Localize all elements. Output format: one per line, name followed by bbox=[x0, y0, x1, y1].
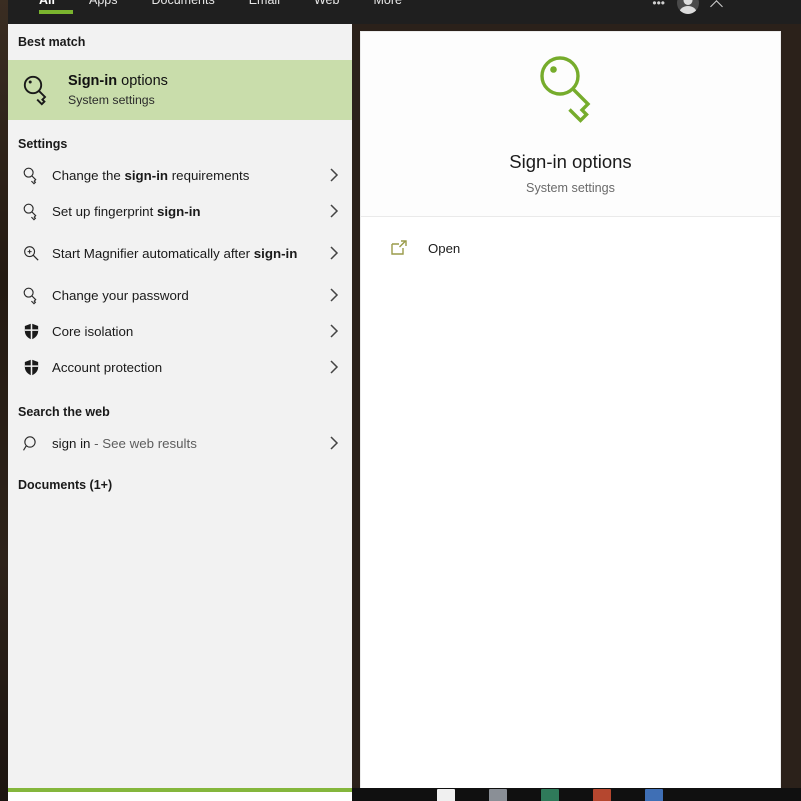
chevron-right-icon[interactable] bbox=[324, 245, 344, 261]
chevron-right-icon[interactable] bbox=[324, 287, 344, 303]
chevron-right-icon[interactable] bbox=[324, 359, 344, 375]
search-icon bbox=[18, 434, 44, 453]
chevron-right-icon[interactable] bbox=[324, 167, 344, 183]
shield-icon bbox=[18, 358, 44, 377]
setting-item-label: Start Magnifier automatically after sign… bbox=[44, 245, 324, 262]
tab-email[interactable]: Email bbox=[232, 0, 297, 8]
setting-item-core-isolation[interactable]: Core isolation bbox=[8, 313, 352, 349]
taskbar-app-icon-5[interactable] bbox=[645, 789, 663, 801]
label-pre: Core isolation bbox=[52, 323, 134, 339]
taskbar-icon-list bbox=[437, 789, 663, 801]
setting-item-label: Account protection bbox=[44, 359, 324, 376]
label-post: requirements bbox=[168, 167, 250, 183]
tab-documents[interactable]: Documents bbox=[134, 0, 231, 8]
key-icon bbox=[18, 166, 44, 185]
tab-more[interactable]: More bbox=[356, 0, 418, 8]
tab-apps-label: Apps bbox=[88, 0, 118, 7]
web-result-query: sign in bbox=[52, 435, 91, 451]
taskbar bbox=[352, 788, 801, 801]
preview-title: Sign-in options bbox=[509, 151, 632, 172]
overflow-dots-label[interactable]: ••• bbox=[652, 0, 665, 10]
setting-item-start-magnifier-after-signin[interactable]: Start Magnifier automatically after sign… bbox=[8, 229, 352, 277]
tab-more-label: More bbox=[373, 0, 402, 7]
chevron-up-icon[interactable] bbox=[711, 0, 723, 9]
open-external-icon bbox=[387, 239, 411, 257]
taskbar-app-icon-2[interactable] bbox=[489, 789, 507, 801]
taskbar-app-icon-4[interactable] bbox=[593, 789, 611, 801]
tab-email-label: Email bbox=[248, 0, 280, 7]
taskbar-app-icon-1[interactable] bbox=[437, 789, 455, 801]
tab-all-label: All bbox=[39, 0, 55, 7]
setting-item-label: Set up fingerprint sign-in bbox=[44, 203, 324, 220]
setting-item-setup-fingerprint-signin[interactable]: Set up fingerprint sign-in bbox=[8, 193, 352, 229]
chevron-right-icon[interactable] bbox=[324, 323, 344, 339]
setting-item-label: Change the sign-in requirements bbox=[44, 167, 324, 184]
label-pre: Set up fingerprint bbox=[52, 203, 157, 219]
preview-header-card: Sign-in options System settings bbox=[361, 32, 780, 217]
best-match-subtitle: System settings bbox=[68, 92, 155, 107]
label-bold: sign-in bbox=[253, 245, 298, 261]
setting-item-change-signin-requirements[interactable]: Change the sign-in requirements bbox=[8, 157, 352, 193]
chevron-right-icon[interactable] bbox=[324, 203, 344, 219]
web-result-label: sign in - See web results bbox=[44, 435, 324, 452]
search-results-panel: Best match Sign-in options System settin… bbox=[8, 24, 352, 788]
setting-item-label: Change your password bbox=[44, 287, 324, 304]
preview-subtitle: System settings bbox=[526, 181, 615, 195]
search-tabbar: All Apps Documents Email Web More ••• bbox=[8, 0, 801, 24]
panel-bottom-fill bbox=[8, 792, 352, 801]
taskbar-app-icon-3[interactable] bbox=[541, 789, 559, 801]
best-match-header: Best match bbox=[18, 35, 86, 49]
account-avatar[interactable] bbox=[677, 0, 699, 14]
key-icon bbox=[18, 202, 44, 221]
web-result-suffix: - See web results bbox=[90, 435, 197, 451]
search-the-web-header: Search the web bbox=[18, 405, 110, 419]
best-match-title-bold: Sign-in bbox=[68, 72, 118, 89]
tab-documents-label: Documents bbox=[151, 0, 215, 7]
tab-web[interactable]: Web bbox=[297, 0, 356, 8]
label-pre: Change the bbox=[52, 167, 125, 183]
magnifier-plus-icon bbox=[18, 244, 44, 263]
label-pre: Account protection bbox=[52, 359, 163, 375]
setting-item-label: Core isolation bbox=[44, 323, 324, 340]
preview-action-label: Open bbox=[428, 240, 461, 256]
setting-item-account-protection[interactable]: Account protection bbox=[8, 349, 352, 385]
preview-action-open[interactable]: Open bbox=[361, 227, 780, 269]
tab-apps[interactable]: Apps bbox=[72, 0, 135, 8]
best-match-title: Sign-in options bbox=[68, 72, 168, 91]
best-match-result-signin-options[interactable]: Sign-in options System settings bbox=[8, 60, 352, 120]
label-bold: sign-in bbox=[156, 203, 201, 219]
key-icon bbox=[18, 73, 58, 107]
chevron-right-icon[interactable] bbox=[324, 435, 344, 451]
key-icon bbox=[18, 286, 44, 305]
setting-item-change-your-password[interactable]: Change your password bbox=[8, 277, 352, 313]
tab-web-label: Web bbox=[313, 0, 340, 7]
shield-icon bbox=[18, 322, 44, 341]
preview-pane: Sign-in options System settings Open bbox=[361, 32, 780, 788]
best-match-title-rest: options bbox=[117, 72, 168, 89]
label-pre: Change your password bbox=[52, 287, 189, 303]
web-result-item[interactable]: sign in - See web results bbox=[8, 425, 352, 461]
label-pre: Start Magnifier automatically after bbox=[52, 245, 254, 261]
documents-section-header: Documents (1+) bbox=[18, 478, 113, 492]
tab-active-underline bbox=[39, 10, 73, 14]
tab-list: All Apps Documents Email Web More bbox=[22, 0, 419, 16]
tabbar-right-controls: ••• bbox=[652, 0, 723, 15]
tab-all[interactable]: All bbox=[22, 0, 73, 14]
settings-section-header: Settings bbox=[18, 137, 68, 151]
key-icon-large bbox=[533, 51, 609, 132]
best-match-text: Sign-in options System settings bbox=[68, 72, 168, 109]
label-bold: sign-in bbox=[124, 167, 169, 183]
